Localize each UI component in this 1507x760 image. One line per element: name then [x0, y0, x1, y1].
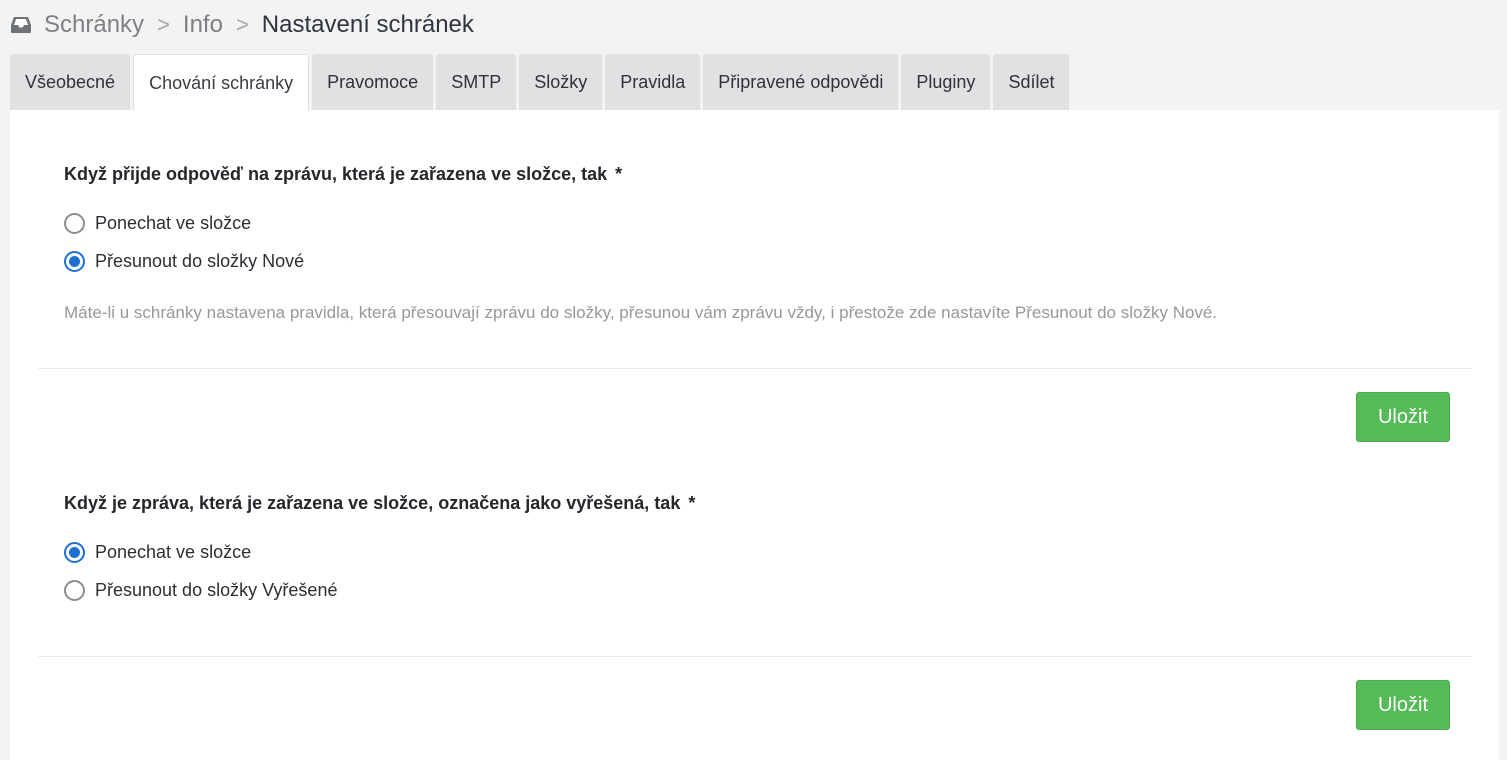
- reply-behavior-hint: Máte-li u schránky nastavena pravidla, k…: [64, 303, 1218, 322]
- save-button[interactable]: Uložit: [1356, 392, 1450, 442]
- breadcrumb-link-info[interactable]: Info: [183, 11, 223, 39]
- radio-label: Přesunout do složky Vyřešené: [95, 580, 338, 600]
- tab-bar: Všeobecné Chování schránky Pravomoce SMT…: [10, 54, 1070, 111]
- resolved-behavior-title: Když je zpráva, která je zařazena ve slo…: [64, 493, 681, 513]
- tab-pravidla[interactable]: Pravidla: [605, 54, 701, 110]
- radio-button[interactable]: [64, 213, 85, 234]
- save-button[interactable]: Uložit: [1356, 680, 1450, 730]
- reply-behavior-title: Když přijde odpověď na zprávu, která je …: [64, 164, 608, 184]
- inbox-icon: [10, 16, 32, 34]
- tab-vseobecne[interactable]: Všeobecné: [10, 54, 131, 110]
- breadcrumb-separator: >: [235, 12, 249, 37]
- reply-behavior-label: Když přijde odpověď na zprávu, která je …: [64, 164, 622, 185]
- section-divider: [38, 656, 1472, 657]
- tab-slozky[interactable]: Složky: [519, 54, 603, 110]
- radio-label: Ponechat ve složce: [95, 542, 252, 562]
- resolved-behavior-label: Když je zpráva, která je zařazena ve slo…: [64, 493, 695, 514]
- radio-button-checked[interactable]: [64, 251, 85, 272]
- tab-pravomoce[interactable]: Pravomoce: [312, 54, 434, 110]
- radio-resolved-move-resolved[interactable]: Přesunout do složky Vyřešené: [64, 580, 337, 601]
- tab-sdilet[interactable]: Sdílet: [993, 54, 1070, 110]
- required-marker: *: [615, 164, 623, 184]
- radio-reply-keep[interactable]: Ponechat ve složce: [64, 213, 251, 234]
- breadcrumb: Schránky > Info > Nastavení schránek: [10, 8, 474, 42]
- breadcrumb-separator: >: [157, 12, 170, 37]
- tab-pluginy[interactable]: Pluginy: [901, 54, 991, 110]
- tab-pripravene-odpovedi[interactable]: Připravené odpovědi: [703, 54, 899, 110]
- radio-button-checked[interactable]: [64, 542, 85, 563]
- radio-reply-move-new[interactable]: Přesunout do složky Nové: [64, 251, 304, 272]
- radio-button[interactable]: [64, 580, 85, 601]
- breadcrumb-link-schranky[interactable]: Schránky: [44, 11, 144, 39]
- radio-resolved-keep[interactable]: Ponechat ve složce: [64, 542, 251, 563]
- tab-chovani-schranky[interactable]: Chování schránky: [133, 54, 310, 111]
- radio-label: Ponechat ve složce: [95, 213, 252, 233]
- page-title: Nastavení schránek: [261, 11, 474, 38]
- section-divider: [38, 368, 1472, 369]
- required-marker: *: [688, 493, 696, 513]
- radio-label: Přesunout do složky Nové: [95, 251, 305, 271]
- tab-smtp[interactable]: SMTP: [436, 54, 517, 110]
- settings-panel: Když přijde odpověď na zprávu, která je …: [10, 110, 1499, 760]
